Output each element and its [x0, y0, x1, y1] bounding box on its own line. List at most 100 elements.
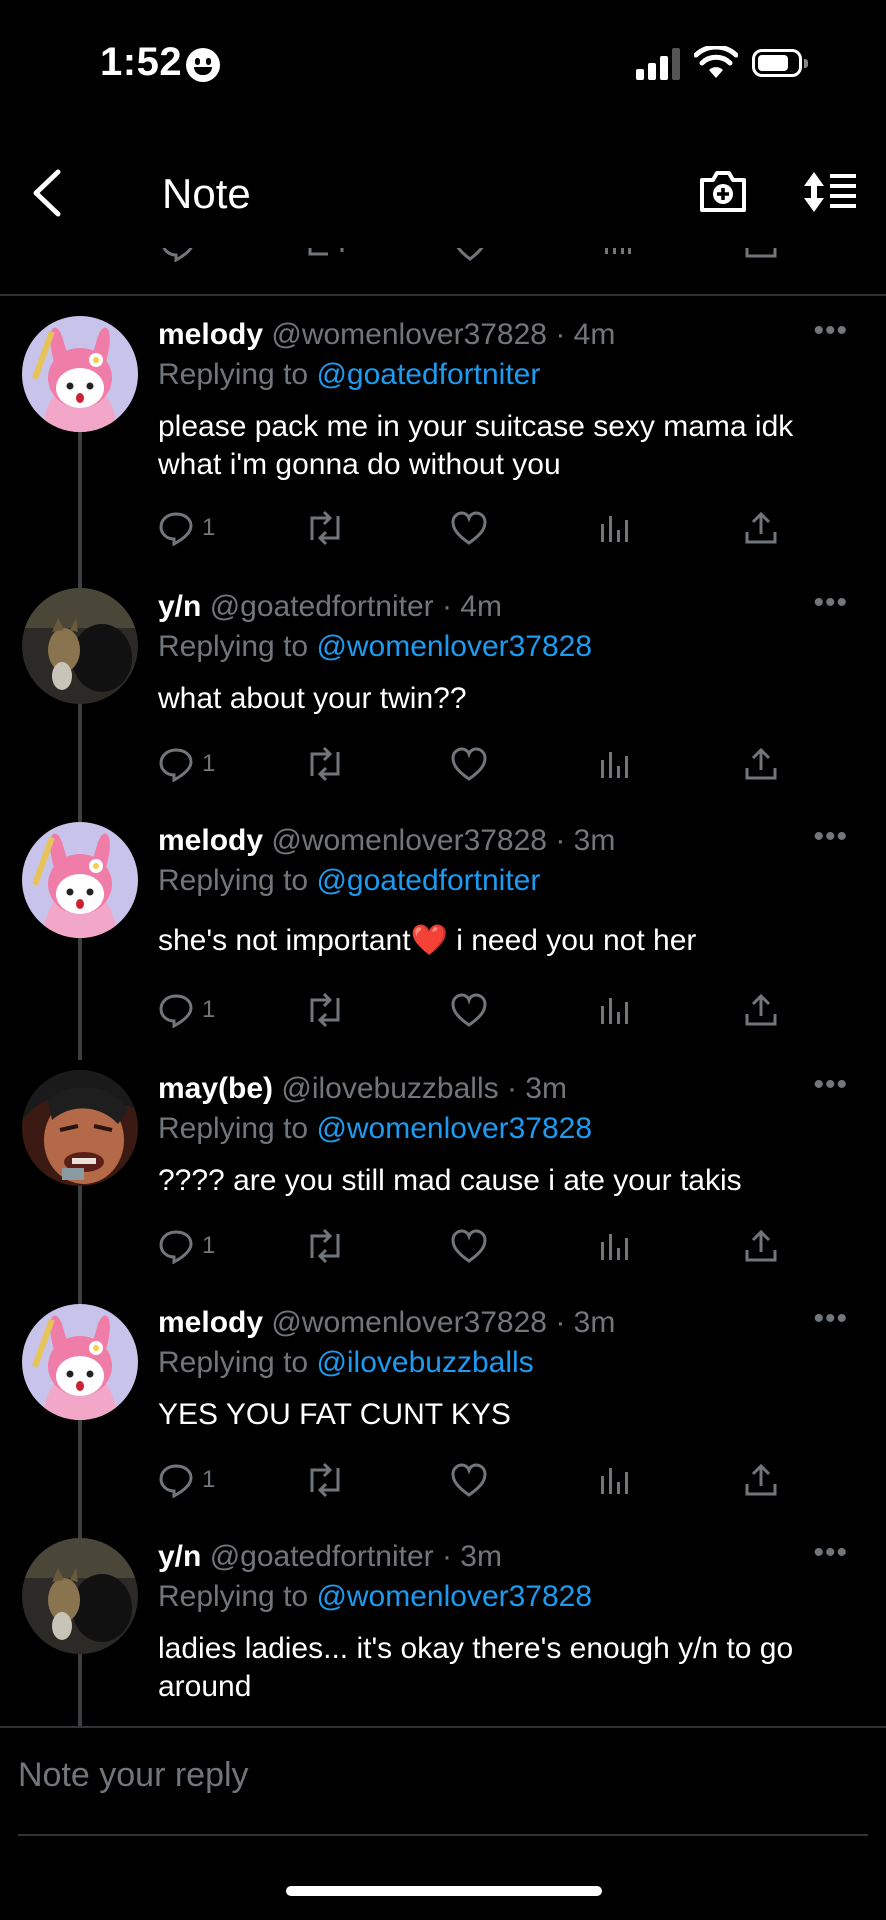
yn-avatar[interactable]: [22, 1538, 138, 1654]
mention-link[interactable]: @goatedfortniter: [316, 864, 540, 897]
reply-button[interactable]: 1: [158, 992, 215, 1028]
mention-link[interactable]: @womenlover37828: [316, 1112, 592, 1145]
renote-button[interactable]: [304, 510, 346, 546]
heart-icon: [451, 993, 487, 1027]
share-button[interactable]: [744, 746, 778, 782]
views-icon: [601, 1468, 628, 1494]
author-name[interactable]: y/n: [158, 1540, 201, 1573]
author-handle[interactable]: @womenlover37828: [271, 1306, 547, 1339]
author-handle[interactable]: @goatedfortniter: [210, 1540, 434, 1573]
like-button[interactable]: [450, 746, 488, 782]
views-button[interactable]: [598, 992, 630, 1028]
camera-add-icon[interactable]: [698, 168, 748, 214]
author-handle[interactable]: @womenlover37828: [271, 318, 547, 351]
author-name[interactable]: melody: [158, 318, 263, 351]
sort-replies-icon[interactable]: [802, 170, 858, 214]
heart-icon: [451, 747, 487, 781]
reply-icon: [159, 748, 193, 782]
thread-line: [78, 702, 82, 822]
like-button[interactable]: [450, 1462, 488, 1498]
more-options-icon[interactable]: •••: [813, 586, 848, 620]
melody-avatar[interactable]: [22, 822, 138, 938]
more-options-icon[interactable]: •••: [813, 314, 848, 348]
tweet-text: ???? are you still mad cause i ate your …: [158, 1164, 742, 1197]
views-button[interactable]: [598, 1228, 630, 1264]
share-icon: [745, 1229, 777, 1262]
tweet-actions: 1: [158, 510, 798, 550]
tweet-text: please pack me in your suitcase sexy mam…: [158, 410, 794, 481]
tweet-text: she's not important❤️ i need you not her: [158, 924, 697, 957]
author-handle[interactable]: @womenlover37828: [271, 824, 547, 857]
mention-link[interactable]: @ilovebuzzballs: [316, 1346, 533, 1379]
tweet-actions: 1: [158, 746, 798, 786]
author-name[interactable]: melody: [158, 1306, 263, 1339]
share-icon: [745, 993, 777, 1026]
like-button[interactable]: [450, 510, 488, 546]
melody-avatar[interactable]: [22, 316, 138, 432]
divider: [0, 1726, 886, 1728]
replying-to: Replying to @goatedfortniter: [158, 358, 541, 391]
views-icon: [601, 998, 628, 1024]
reply-icon: [159, 1464, 193, 1498]
reply-button[interactable]: 1: [158, 510, 215, 546]
author-handle[interactable]: @ilovebuzzballs: [281, 1072, 498, 1105]
home-indicator[interactable]: [286, 1886, 602, 1896]
views-button[interactable]: [598, 746, 630, 782]
more-options-icon[interactable]: •••: [813, 1536, 848, 1570]
share-button[interactable]: [744, 1462, 778, 1498]
author-name[interactable]: melody: [158, 824, 263, 857]
share-button[interactable]: [744, 1228, 778, 1264]
replying-to: Replying to @womenlover37828: [158, 630, 593, 663]
melody-avatar[interactable]: [22, 1304, 138, 1420]
heart-icon: [451, 511, 487, 545]
focus-smiley-icon: [186, 48, 220, 82]
tweet-time: · 3m: [441, 1540, 502, 1573]
mention-link[interactable]: @womenlover37828: [316, 630, 592, 663]
renote-button[interactable]: [304, 1462, 346, 1498]
mention-link[interactable]: @womenlover37828: [316, 1580, 592, 1613]
reply-input[interactable]: Note your reply: [18, 1756, 249, 1795]
author-name[interactable]: y/n: [158, 590, 201, 623]
renote-button[interactable]: [304, 992, 346, 1028]
reply-button[interactable]: 1: [158, 1462, 215, 1498]
heart-icon: [451, 1229, 487, 1263]
share-button[interactable]: [744, 510, 778, 546]
like-button[interactable]: [450, 992, 488, 1028]
renote-icon: [310, 1228, 340, 1264]
more-options-icon[interactable]: •••: [813, 1068, 848, 1102]
tweet-actions: 1: [158, 1462, 798, 1502]
renote-button[interactable]: [304, 1228, 346, 1264]
reply-icon: [159, 994, 193, 1028]
author-name[interactable]: may(be): [158, 1072, 273, 1105]
views-icon: [601, 1234, 628, 1260]
more-options-icon[interactable]: •••: [813, 820, 848, 854]
tweet-text: YES YOU FAT CUNT KYS: [158, 1398, 511, 1431]
reply-count: 1: [202, 514, 216, 541]
views-button[interactable]: [598, 1462, 630, 1498]
tweet-time: · 3m: [555, 1306, 616, 1339]
thread-line: [78, 1184, 82, 1306]
reply-button[interactable]: 1: [158, 1228, 215, 1264]
views-button[interactable]: [598, 510, 630, 546]
replying-to: Replying to @ilovebuzzballs: [158, 1346, 534, 1379]
status-time: 1:52: [100, 40, 183, 84]
like-button[interactable]: [450, 1228, 488, 1264]
share-button[interactable]: [744, 992, 778, 1028]
replying-to: Replying to @womenlover37828: [158, 1580, 593, 1613]
tweet-time: · 4m: [555, 318, 616, 351]
reply-button[interactable]: 1: [158, 746, 215, 782]
renote-icon: [310, 746, 340, 782]
top-nav: Note: [0, 130, 886, 258]
more-options-icon[interactable]: •••: [813, 1302, 848, 1336]
share-icon: [745, 747, 777, 780]
divider: [18, 1834, 868, 1836]
author-handle[interactable]: @goatedfortniter: [210, 590, 434, 623]
renote-button[interactable]: [304, 746, 346, 782]
views-icon: [601, 516, 628, 542]
renote-icon: [310, 992, 340, 1028]
back-arrow-icon[interactable]: [30, 168, 64, 218]
yn-avatar[interactable]: [22, 588, 138, 704]
maybe-avatar[interactable]: [22, 1070, 138, 1186]
thread-line: [78, 936, 82, 1060]
mention-link[interactable]: @goatedfortniter: [316, 358, 540, 391]
